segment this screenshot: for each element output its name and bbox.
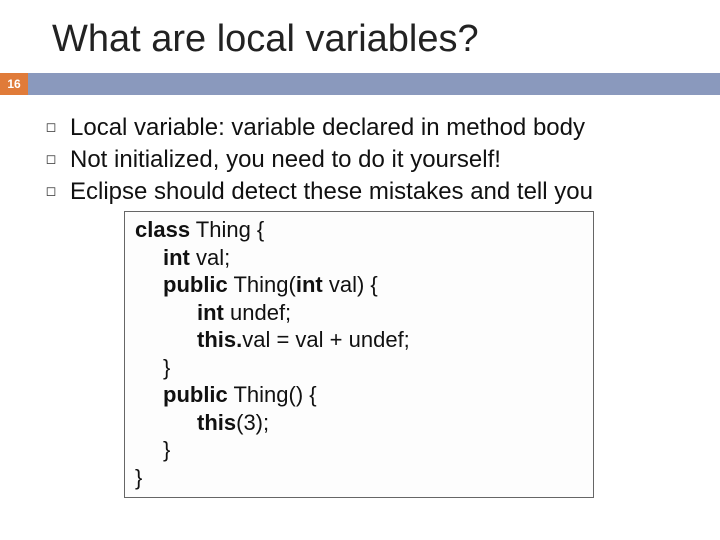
code-line: public Thing(int val) { — [135, 271, 583, 299]
bullet-item: ◻ Not initialized, you need to do it you… — [42, 145, 690, 175]
bullet-item: ◻ Eclipse should detect these mistakes a… — [42, 177, 690, 207]
bullet-text: Not initialized, you need to do it yours… — [60, 145, 501, 175]
content-area: ◻ Local variable: variable declared in m… — [0, 95, 720, 498]
divider-row: 16 — [0, 73, 720, 95]
code-line: int val; — [135, 244, 583, 272]
bullet-marker-icon: ◻ — [42, 145, 60, 167]
bullet-item: ◻ Local variable: variable declared in m… — [42, 113, 690, 143]
bullet-text: Local variable: variable declared in met… — [60, 113, 585, 143]
code-block: class Thing { int val; public Thing(int … — [124, 211, 594, 498]
divider-bar — [28, 73, 720, 95]
code-line: public Thing() { — [135, 381, 583, 409]
code-line: int undef; — [135, 299, 583, 327]
code-line: } — [135, 464, 583, 492]
code-line: this.val = val + undef; — [135, 326, 583, 354]
bullet-text: Eclipse should detect these mistakes and… — [60, 177, 593, 207]
bullet-marker-icon: ◻ — [42, 113, 60, 135]
code-line: } — [135, 354, 583, 382]
code-line: this(3); — [135, 409, 583, 437]
code-line: class Thing { — [135, 216, 583, 244]
code-line: } — [135, 436, 583, 464]
bullet-marker-icon: ◻ — [42, 177, 60, 199]
slide-title: What are local variables? — [0, 0, 720, 73]
page-number-badge: 16 — [0, 73, 28, 95]
